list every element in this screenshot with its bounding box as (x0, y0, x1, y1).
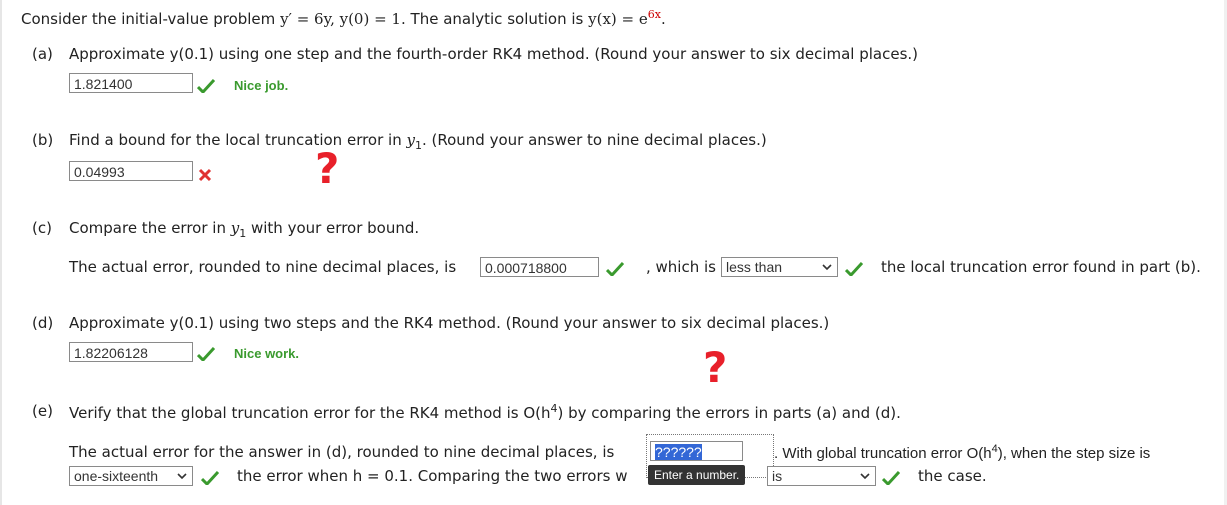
tooltip: Enter a number. (648, 465, 746, 485)
solution-intro: The analytic solution is (410, 10, 584, 28)
part-c-var: y (230, 219, 240, 237)
check-icon (882, 471, 900, 485)
check-icon (606, 262, 624, 276)
part-e-select-2[interactable]: is (767, 466, 876, 486)
chevron-down-icon (177, 473, 187, 480)
part-c-select[interactable]: less than (721, 257, 838, 277)
question-mark-annotation: ? (703, 343, 728, 392)
ode: y′ = 6y, y(0) = 1. (280, 10, 406, 28)
part-d-label: (d) (32, 314, 54, 332)
part-c-question-text: Compare the error in (69, 219, 231, 237)
part-e-question-text: Verify that the global truncation error … (69, 404, 551, 422)
part-d-answer-input[interactable]: 1.82206128 (69, 342, 193, 362)
problem-statement: Consider the initial-value problem y′ = … (21, 8, 666, 28)
part-c-question-post: with your error bound. (246, 219, 420, 237)
part-c-line-pre: The actual error, rounded to nine decima… (69, 258, 457, 276)
part-e-select-2-value: is (772, 468, 783, 484)
problem-intro: Consider the initial-value problem (21, 10, 276, 28)
part-b-label: (b) (32, 131, 54, 149)
solution-lhs: y(x) = e (588, 10, 648, 28)
part-a-feedback: Nice job. (234, 78, 289, 93)
part-c-select-value: less than (726, 259, 783, 275)
part-e-line1-post: . With global truncation error O(h4), wh… (774, 443, 1150, 462)
part-a-question: Approximate y(0.1) using one step and th… (69, 45, 919, 63)
part-e-select-1-value: one-sixteenth (74, 468, 159, 484)
chevron-down-icon (860, 473, 870, 480)
part-b-question-post: . (Round your answer to nine decimal pla… (421, 131, 767, 149)
part-e-select-1[interactable]: one-sixteenth (69, 466, 193, 486)
part-e-sup: 4 (550, 402, 558, 415)
part-e-answer-input[interactable]: ?????? (650, 441, 743, 461)
period: . (660, 10, 666, 28)
part-c-line-post: the local truncation error found in part… (881, 258, 1201, 276)
part-a-label: (a) (32, 45, 53, 63)
part-e-question-post: ) by comparing the errors in parts (a) a… (557, 404, 901, 422)
part-c-answer-input[interactable]: 0.000718800 (480, 257, 599, 277)
part-c-question: Compare the error in y1 with your error … (69, 219, 419, 240)
check-icon (201, 471, 219, 485)
part-e-label: (e) (32, 402, 53, 420)
part-e-line2-a: the error when h = 0.1. Comparing the tw… (237, 467, 628, 485)
part-b-question-text: Find a bound for the local truncation er… (69, 131, 407, 149)
left-border (0, 0, 2, 505)
part-e-line2-b: the case. (918, 467, 987, 485)
part-e-line1-post-text: . With global truncation error O(h (774, 445, 992, 462)
part-e-question: Verify that the global truncation error … (69, 402, 901, 422)
part-e-answer-selected: ?????? (655, 444, 702, 460)
question-mark-annotation: ? (315, 144, 340, 193)
chevron-down-icon (822, 264, 832, 271)
part-b-sub: 1 (414, 139, 422, 152)
check-icon (197, 79, 215, 93)
solution-exponent: 6x (647, 8, 661, 21)
check-icon (197, 347, 215, 361)
part-a-answer-input[interactable]: 1.821400 (69, 73, 193, 93)
part-e-line1-pre: The actual error for the answer in (d), … (69, 443, 615, 461)
part-b-answer-input[interactable]: 0.04993 (69, 161, 193, 181)
part-e-line1-post-end: ), when the step size is (997, 445, 1151, 462)
part-b-var: y (406, 131, 415, 149)
part-c-mid: , which is (646, 258, 716, 276)
part-d-feedback: Nice work. (234, 346, 300, 361)
part-c-label: (c) (32, 219, 52, 237)
check-icon (845, 262, 863, 276)
part-b-question: Find a bound for the local truncation er… (69, 131, 767, 152)
x-icon (198, 168, 212, 182)
part-d-question: Approximate y(0.1) using two steps and t… (69, 314, 830, 332)
